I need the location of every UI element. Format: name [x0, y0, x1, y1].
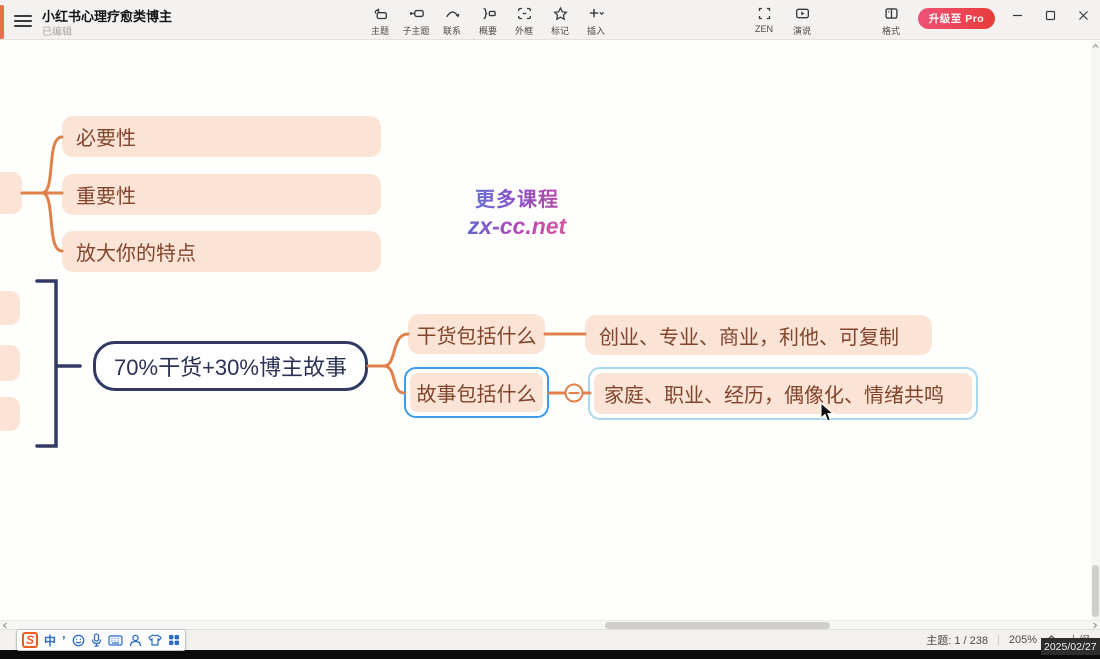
tool-label: 子主题: [402, 24, 429, 37]
zoom-level[interactable]: 205%: [1009, 634, 1037, 646]
secondary-toolbar: ZEN 演说: [745, 3, 821, 37]
upgrade-pro-button[interactable]: 升级至 Pro: [918, 8, 995, 29]
central-topic-label: 70%干货+30%博主故事: [114, 350, 347, 382]
chinese-mode-icon[interactable]: 中: [44, 632, 56, 649]
marker-icon: [552, 6, 569, 21]
central-topic-node[interactable]: 70%干货+30%博主故事: [93, 341, 368, 391]
tool-label: ZEN: [755, 24, 773, 34]
hamburger-menu-icon[interactable]: [14, 12, 32, 28]
subtopic-icon: [408, 6, 425, 21]
tool-label: 联系: [443, 24, 461, 37]
topic-node-label: 干货包括什么: [417, 320, 537, 349]
format-button[interactable]: 格式: [873, 3, 909, 37]
topic-node-label: 家庭、职业、经历，偶像化、情绪共鸣: [604, 379, 944, 408]
boundary-icon: [516, 6, 533, 21]
tool-label: 外框: [515, 24, 533, 37]
tool-label: 演说: [793, 24, 811, 37]
topic-node[interactable]: 干货包括什么: [408, 314, 545, 354]
tool-label: 主题: [371, 24, 389, 37]
scroll-right-icon[interactable]: [1092, 622, 1098, 629]
minimize-button[interactable]: [1001, 0, 1034, 30]
format-icon: [883, 6, 900, 21]
vertical-scrollbar[interactable]: [1091, 41, 1100, 620]
presentation-button[interactable]: 演说: [783, 3, 821, 37]
tool-label: 插入: [587, 24, 605, 37]
maximize-button[interactable]: [1034, 0, 1067, 30]
topic-node-label: 创业、专业、商业，利他、可复制: [599, 321, 899, 350]
subtopic-button[interactable]: 子主题: [398, 3, 434, 37]
status-divider: |: [997, 634, 1000, 646]
topic-node-label: 重要性: [76, 180, 136, 209]
scroll-up-icon[interactable]: [1092, 43, 1099, 49]
topic-node-label: 放大你的特点: [76, 237, 196, 266]
clipped-node[interactable]: [0, 291, 20, 325]
minimize-icon: [1012, 10, 1023, 21]
close-button[interactable]: [1067, 0, 1100, 30]
boundary-button[interactable]: 外框: [506, 3, 542, 37]
topic-counter: 主题: 1 / 238: [926, 632, 988, 648]
sogou-logo-icon[interactable]: S: [22, 632, 38, 648]
edge-accent: [0, 5, 4, 39]
account-icon[interactable]: [129, 634, 142, 647]
clipped-node[interactable]: [0, 345, 20, 381]
topic-node[interactable]: 创业、专业、商业，利他、可复制: [585, 315, 932, 355]
clipped-node[interactable]: [0, 397, 20, 431]
main-toolbar: 主题 子主题 联系 概要 外框: [362, 3, 614, 37]
separator-icon[interactable]: ’: [62, 633, 66, 648]
ime-toolbar: S 中 ’: [16, 629, 186, 651]
topic-icon: [372, 6, 389, 21]
tool-label: 标记: [551, 24, 569, 37]
marker-button[interactable]: 标记: [542, 3, 578, 37]
topic-node[interactable]: 必要性: [62, 116, 381, 157]
skin-icon[interactable]: [148, 634, 162, 646]
topic-node-label: 故事包括什么: [417, 378, 537, 407]
zen-button[interactable]: ZEN: [745, 3, 783, 37]
window-controls: [1001, 0, 1100, 32]
summary-button[interactable]: 概要: [470, 3, 506, 37]
tool-label: 格式: [882, 24, 900, 37]
emoji-icon[interactable]: [72, 634, 85, 647]
topic-node[interactable]: 重要性: [62, 174, 381, 215]
horizontal-scrollbar[interactable]: [0, 620, 1100, 629]
letterbox-strip: [0, 650, 1100, 659]
close-icon: [1078, 10, 1089, 21]
maximize-icon: [1045, 10, 1056, 21]
clipped-parent-node[interactable]: [0, 172, 22, 214]
topic-node[interactable]: 放大你的特点: [62, 231, 381, 272]
summary-icon: [480, 6, 497, 21]
topic-button[interactable]: 主题: [362, 3, 398, 37]
timestamp-overlay: 2025/02/27 2: [1041, 638, 1100, 655]
scroll-left-icon[interactable]: [2, 622, 8, 629]
topic-node-label: 必要性: [76, 122, 136, 151]
tool-label: 概要: [479, 24, 497, 37]
titlebar: 小红书心理疗愈类博主 已编辑 主题 子主题 联系 概要: [0, 0, 1100, 40]
insert-button[interactable]: 插入: [578, 3, 614, 37]
horizontal-scroll-thumb[interactable]: [605, 622, 830, 629]
relationship-button[interactable]: 联系: [434, 3, 470, 37]
relationship-icon: [444, 6, 461, 21]
document-status: 已编辑: [42, 23, 72, 38]
toolbox-icon[interactable]: [168, 634, 180, 646]
microphone-icon[interactable]: [91, 633, 102, 647]
keyboard-icon[interactable]: [108, 635, 123, 646]
vertical-scroll-thumb[interactable]: [1092, 565, 1099, 617]
presentation-icon: [794, 6, 811, 21]
topic-node-highlighted[interactable]: 家庭、职业、经历，偶像化、情绪共鸣: [588, 367, 978, 420]
insert-icon: [588, 6, 605, 21]
zen-icon: [756, 6, 773, 21]
topic-node-selected[interactable]: 故事包括什么: [404, 367, 549, 418]
